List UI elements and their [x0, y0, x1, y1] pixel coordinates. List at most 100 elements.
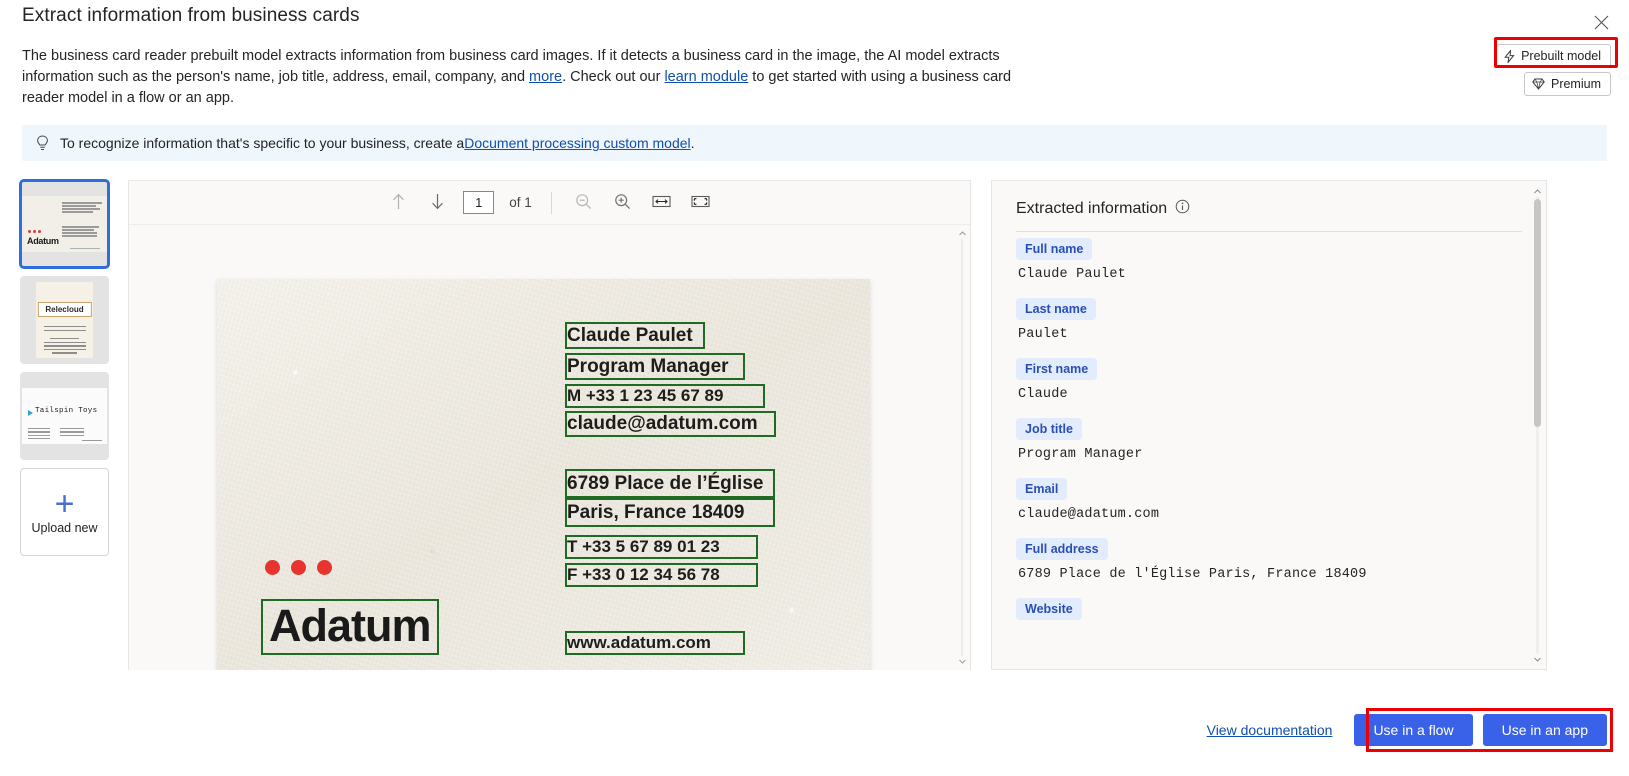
arrow-up-icon [391, 193, 406, 213]
dialog-root: Extract information from business cards … [0, 0, 1629, 776]
thumbnail-text-lines-2 [60, 428, 84, 438]
play-triangle-icon [28, 410, 33, 416]
thumbnail-image: Adatum [22, 196, 107, 252]
view-documentation-link[interactable]: View documentation [1207, 722, 1333, 738]
thumbnail-adatum[interactable]: Adatum [20, 180, 109, 268]
field-value: claude@adatum.com [1018, 507, 1160, 522]
lightning-bolt-icon [1504, 49, 1515, 63]
field-value: 6789 Place de l'Église Paris, France 184… [1018, 567, 1367, 582]
extracted-field: Email claude@adatum.com [1016, 478, 1522, 522]
extracted-field: Full address 6789 Place de l'Église Paris… [1016, 538, 1522, 582]
upload-new-button[interactable]: + Upload new [20, 468, 109, 556]
model-badges: Prebuilt model Premium [1496, 44, 1611, 96]
thumbnail-text-lines-3 [70, 248, 100, 250]
toolbar-divider [550, 191, 552, 214]
thumbnail-text-lines [43, 326, 86, 333]
fit-page-icon [691, 194, 710, 212]
field-value: Paulet [1018, 327, 1068, 342]
extracted-field: Job title Program Manager [1016, 418, 1522, 462]
arrow-down-icon [430, 193, 445, 213]
extracted-title: Extracted information [1016, 200, 1168, 217]
custom-model-link[interactable]: Document processing custom model [464, 135, 690, 151]
extracted-fields-list: Full name Claude Paulet Last name Paulet Fir… [1016, 238, 1522, 627]
thumbnail-relecloud[interactable]: Relecloud [20, 276, 109, 364]
description-part-2: . Check out our [562, 69, 665, 85]
scroll-down-icon[interactable] [1533, 655, 1542, 664]
premium-badge[interactable]: Premium [1523, 72, 1611, 96]
premium-label: Premium [1550, 77, 1601, 91]
zoom-in-icon [614, 193, 631, 213]
scroll-down-icon[interactable] [958, 657, 967, 666]
thumbnail-tailspin-toys[interactable]: Tailspin Toys [20, 372, 109, 460]
extracted-scrollbar[interactable] [1532, 187, 1543, 664]
footer-actions: View documentation Use in a flow Use in … [1207, 714, 1607, 746]
extracted-field: Full name Claude Paulet [1016, 238, 1522, 282]
extracted-inner: Extracted information Full name Claude Pa… [992, 181, 1546, 627]
use-in-a-flow-button[interactable]: Use in a flow [1354, 714, 1473, 746]
thumbnail-image: Tailspin Toys [22, 388, 107, 444]
more-link[interactable]: more [529, 69, 562, 85]
thumbnail-image: Relecloud [36, 282, 93, 358]
thumbnail-text-lines-2 [62, 226, 102, 238]
page-title: Extract information from business cards [22, 5, 360, 26]
ocr-box: claude@adatum.com [565, 411, 776, 437]
extracted-header: Extracted information [1016, 199, 1522, 219]
info-bar-text-after: . [690, 135, 695, 151]
extracted-divider [1016, 231, 1522, 232]
diamond-icon [1532, 78, 1545, 90]
previous-page-button[interactable] [385, 190, 411, 216]
zoom-out-icon [575, 193, 592, 213]
prebuilt-model-badge[interactable]: Prebuilt model [1496, 44, 1611, 68]
business-card-image: Adatum Claude Paulet Program Manager M +33… [217, 279, 870, 670]
viewer-toolbar: of 1 [129, 181, 970, 225]
fit-page-button[interactable] [688, 190, 714, 216]
scroll-up-icon[interactable] [1533, 187, 1542, 196]
fit-width-button[interactable] [649, 190, 675, 216]
prebuilt-model-label: Prebuilt model [1521, 49, 1601, 63]
next-page-button[interactable] [424, 190, 450, 216]
description-text: The business card reader prebuilt model … [22, 46, 1052, 109]
field-label-chip: Email [1016, 478, 1068, 500]
viewer-canvas[interactable]: Adatum Claude Paulet Program Manager M +33… [129, 225, 970, 670]
field-label-chip: First name [1016, 358, 1098, 380]
extracted-field: Last name Paulet [1016, 298, 1522, 342]
scrollbar-thumb[interactable] [1534, 199, 1541, 427]
plus-icon: + [54, 484, 75, 523]
info-icon[interactable] [1175, 199, 1190, 219]
learn-module-link[interactable]: learn module [664, 69, 748, 85]
field-label-chip: Job title [1016, 418, 1082, 440]
close-button[interactable] [1585, 6, 1617, 38]
primary-button-group: Use in a flow Use in an app [1354, 714, 1607, 746]
viewer-scrollbar[interactable] [957, 229, 968, 666]
field-label-chip: Website [1016, 598, 1082, 620]
adatum-dots-icon [28, 230, 41, 233]
ocr-box: www.adatum.com [565, 631, 745, 655]
adatum-logo-dots-icon [265, 560, 332, 575]
thumbnail-text-lines [62, 202, 102, 214]
thumbnail-text-lines-2 [43, 338, 86, 356]
field-value: Claude [1018, 387, 1068, 402]
field-label-chip: Last name [1016, 298, 1096, 320]
scroll-up-icon[interactable] [958, 229, 967, 238]
zoom-out-button[interactable] [571, 190, 597, 216]
ocr-box: 6789 Place de l’Église [565, 469, 775, 498]
thumbnail-text-lines [28, 428, 50, 441]
close-icon [1594, 15, 1609, 30]
extracted-field: Website [1016, 598, 1522, 627]
thumbnail-rail: Adatum Relecloud Tailspin Toys + Upload … [20, 180, 112, 556]
fit-width-icon [652, 194, 671, 212]
upload-new-label: Upload new [31, 520, 98, 535]
page-number-input[interactable] [463, 191, 495, 214]
ocr-box: M +33 1 23 45 67 89 [565, 384, 765, 408]
field-value: Claude Paulet [1018, 267, 1126, 282]
zoom-in-button[interactable] [610, 190, 636, 216]
ocr-box: Paris, France 18409 [565, 498, 775, 527]
info-bar-text-before: To recognize information that's specific… [60, 135, 465, 151]
field-value: Program Manager [1018, 447, 1143, 462]
dialog-footer: View documentation Use in a flow Use in … [0, 700, 1629, 776]
extracted-field: First name Claude [1016, 358, 1522, 402]
thumbnail-text-lines-3 [82, 440, 102, 442]
use-in-an-app-button[interactable]: Use in an app [1482, 714, 1607, 746]
field-label-chip: Full address [1016, 538, 1108, 560]
ocr-box: T +33 5 67 89 01 23 [565, 535, 758, 559]
